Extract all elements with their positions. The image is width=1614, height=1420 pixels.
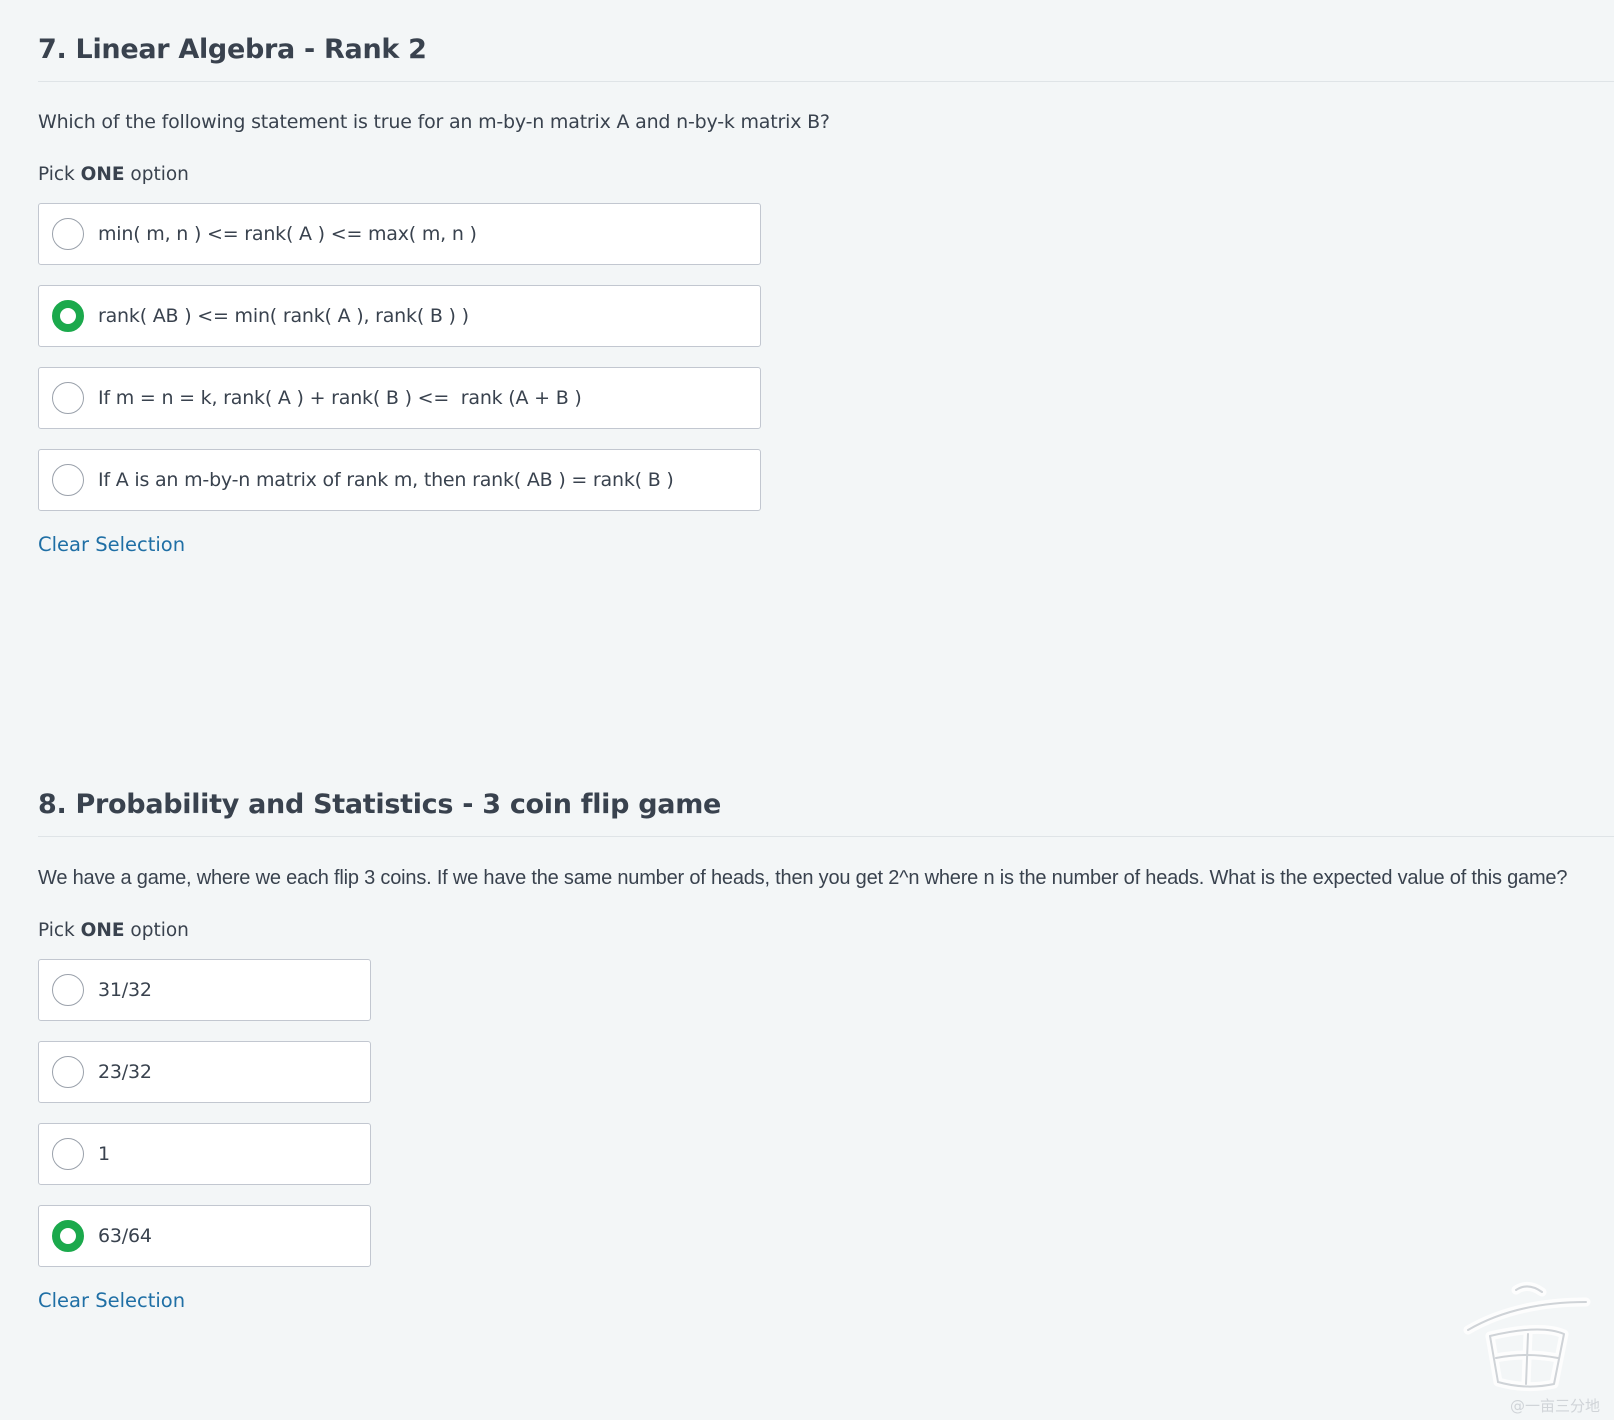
pick-instruction: Pick ONE option [38,163,1614,187]
pick-count: ONE [80,920,125,941]
option-3[interactable]: 1 [38,1123,371,1185]
option-label: 31/32 [98,979,152,1001]
pick-suffix: option [124,164,189,185]
option-1[interactable]: min( m, n ) <= rank( A ) <= max( m, n ) [38,203,761,265]
clear-selection-link[interactable]: Clear Selection [38,1289,185,1312]
pick-prefix: Pick [38,920,81,941]
question-text: We have a game, where we each flip 3 coi… [38,867,1568,889]
pick-instruction: Pick ONE option [38,919,1614,943]
option-2[interactable]: rank( AB ) <= min( rank( A ), rank( B ) … [38,285,761,347]
option-2[interactable]: 23/32 [38,1041,371,1103]
option-label: min( m, n ) <= rank( A ) <= max( m, n ) [98,223,477,245]
question-7: 7. Linear Algebra - Rank 2 Which of the … [38,28,1614,556]
pick-suffix: option [124,920,189,941]
option-label: 1 [98,1143,110,1165]
option-label: If A is an m-by-n matrix of rank m, then… [98,469,674,491]
radio-unchecked-icon[interactable] [52,1056,84,1088]
option-1[interactable]: 31/32 [38,959,371,1021]
option-label: If m = n = k, rank( A ) + rank( B ) <= r… [98,387,582,409]
options-list: 31/32 23/32 1 63/64 [38,959,1614,1267]
option-3[interactable]: If m = n = k, rank( A ) + rank( B ) <= r… [38,367,761,429]
title-divider [38,836,1614,837]
question-8: 8. Probability and Statistics - 3 coin f… [38,783,1614,1312]
question-text: Which of the following statement is true… [38,111,830,133]
option-4[interactable]: If A is an m-by-n matrix of rank m, then… [38,449,761,511]
watermark-text: @一亩三分地 [1509,1397,1600,1415]
options-list: min( m, n ) <= rank( A ) <= max( m, n ) … [38,203,1614,511]
test-page: 7. Linear Algebra - Rank 2 Which of the … [0,0,1614,1420]
watermark-logo-icon [1463,1282,1591,1392]
option-label: 23/32 [98,1061,152,1083]
radio-checked-icon[interactable] [52,300,84,332]
option-4[interactable]: 63/64 [38,1205,371,1267]
radio-unchecked-icon[interactable] [52,382,84,414]
question-title: 8. Probability and Statistics - 3 coin f… [38,789,722,820]
pick-prefix: Pick [38,164,81,185]
question-title: 7. Linear Algebra - Rank 2 [38,34,427,65]
title-divider [38,81,1614,82]
radio-checked-icon[interactable] [52,1220,84,1252]
option-label: rank( AB ) <= min( rank( A ), rank( B ) … [98,305,469,327]
clear-selection-link[interactable]: Clear Selection [38,533,185,556]
radio-unchecked-icon[interactable] [52,464,84,496]
radio-unchecked-icon[interactable] [52,218,84,250]
radio-unchecked-icon[interactable] [52,974,84,1006]
pick-count: ONE [80,164,125,185]
radio-unchecked-icon[interactable] [52,1138,84,1170]
option-label: 63/64 [98,1225,152,1247]
